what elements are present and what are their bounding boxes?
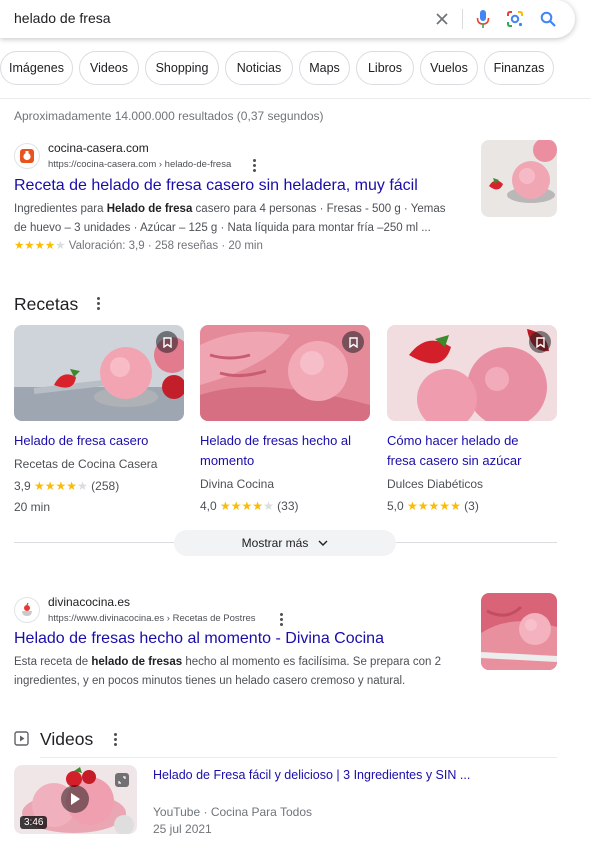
recipe-card-rating: 3,9 ★★★★★ (258) [14, 479, 120, 493]
recipe-card-image[interactable] [387, 325, 557, 421]
result-title-link[interactable]: Receta de helado de fresa casero sin hel… [14, 177, 418, 195]
chip-videos[interactable]: Videos [79, 51, 139, 85]
result-url[interactable]: https://www.divinacocina.es › Recetas de… [48, 613, 256, 624]
chip-finance[interactable]: Finanzas [484, 51, 554, 85]
result-site-name: cocina-casera.com [48, 141, 149, 155]
search-bar[interactable]: helado de fresa [0, 0, 575, 38]
video-title-link[interactable]: Helado de Fresa fácil y delicioso | 3 In… [153, 768, 470, 782]
chip-shopping[interactable]: Shopping [145, 51, 219, 85]
recipe-card-time: 20 min [14, 500, 51, 514]
expand-icon[interactable] [115, 773, 129, 787]
chip-maps[interactable]: Maps [299, 51, 350, 85]
clear-icon[interactable] [431, 8, 453, 30]
result-thumbnail[interactable] [481, 593, 557, 670]
recipe-card-source: Dulces Diabéticos [387, 477, 484, 491]
rating-stars-icon: ★★★★★ [220, 499, 274, 513]
search-input[interactable]: helado de fresa [14, 10, 111, 26]
recipe-card-image[interactable] [200, 325, 370, 421]
search-icon[interactable] [537, 8, 559, 30]
search-divider [462, 9, 463, 29]
video-thumbnail[interactable]: 3:46 [14, 765, 137, 834]
chip-books[interactable]: Libros [356, 51, 414, 85]
recipe-card-source: Divina Cocina [200, 477, 275, 491]
video-source: YouTube · Cocina Para Todos [153, 805, 312, 819]
recipe-card-rating: 5,0 ★★★★★ (3) [387, 499, 479, 513]
google-lens-icon[interactable] [504, 8, 526, 30]
result-url[interactable]: https://cocina-casera.com › helado-de-fr… [48, 159, 231, 170]
chip-images[interactable]: Imágenes [0, 51, 73, 85]
divider [0, 98, 590, 99]
rating-stars-icon: ★★★★★ [34, 479, 88, 493]
rating-stars-icon: ★★★★★ [14, 240, 66, 252]
result-rating: ★★★★★ Valoración: 3,9 · 258 reseñas · 20… [14, 240, 263, 252]
recipe-card-title[interactable]: Cómo hacer helado de fresa casero sin azú… [387, 431, 557, 471]
recipes-more-icon[interactable] [92, 296, 104, 310]
recipe-card-image[interactable] [14, 325, 184, 421]
videos-heading: Videos [40, 729, 94, 749]
recipe-card-rating: 4,0 ★★★★★ (33) [200, 499, 299, 513]
bookmark-icon[interactable] [529, 331, 551, 353]
chip-flights[interactable]: Vuelos [420, 51, 478, 85]
divina-cocina-favicon [14, 597, 40, 623]
result-site-name: divinacocina.es [48, 595, 131, 609]
cocina-casera-favicon [14, 143, 40, 169]
result-title-link[interactable]: Helado de fresas hecho al momento - Divi… [14, 630, 384, 648]
show-more-button[interactable]: Mostrar más [174, 530, 396, 556]
microphone-icon[interactable] [472, 8, 494, 30]
chevron-down-icon [318, 540, 328, 546]
result-stats: Aproximadamente 14.000.000 resultados (0… [14, 109, 324, 123]
video-date: 25 jul 2021 [153, 822, 212, 836]
video-duration: 3:46 [20, 816, 48, 829]
rating-stars-icon: ★★★★★ [407, 499, 461, 513]
recipe-card-title[interactable]: Helado de fresas hecho al momento [200, 431, 375, 471]
more-options-icon[interactable] [248, 158, 260, 172]
more-options-icon[interactable] [275, 612, 287, 626]
show-more-label: Mostrar más [241, 536, 309, 550]
bookmark-icon[interactable] [342, 331, 364, 353]
recipe-card-title[interactable]: Helado de fresa casero [14, 431, 189, 451]
recipes-heading: Recetas [14, 294, 79, 314]
recipe-card-source: Recetas de Cocina Casera [14, 457, 158, 471]
result-snippet: Ingredientes para Helado de fresa casero… [14, 203, 446, 234]
bookmark-icon[interactable] [156, 331, 178, 353]
play-icon[interactable] [61, 785, 89, 813]
chip-news[interactable]: Noticias [225, 51, 293, 85]
result-snippet: Esta receta de helado de fresas hecho al… [14, 656, 442, 687]
result-thumbnail[interactable] [481, 140, 557, 217]
videos-divider [40, 757, 557, 758]
video-icon [14, 731, 29, 746]
videos-more-icon[interactable] [109, 732, 121, 746]
